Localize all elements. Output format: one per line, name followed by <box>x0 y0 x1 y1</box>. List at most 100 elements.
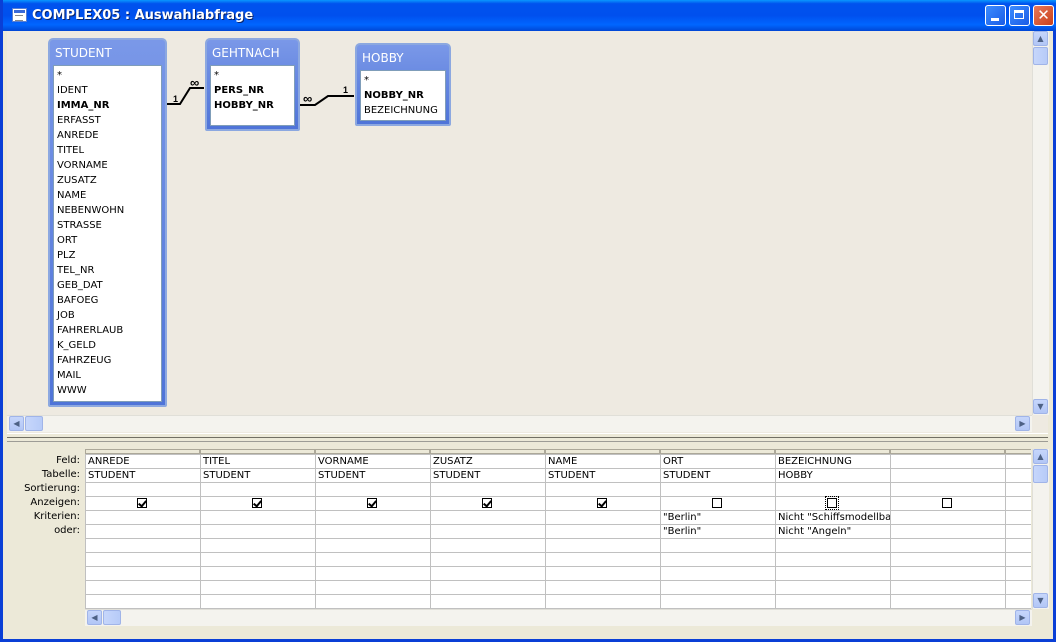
scroll-left-icon[interactable]: ◀ <box>9 416 24 431</box>
scroll-right-icon[interactable]: ▶ <box>1015 416 1030 431</box>
scroll-left-icon[interactable]: ◀ <box>87 610 102 625</box>
or-criteria-cell[interactable]: "Berlin" <box>661 525 775 539</box>
show-checkbox[interactable] <box>137 498 147 508</box>
table-cell[interactable]: STUDENT <box>86 469 200 483</box>
field-item[interactable]: FAHRERLAUB <box>54 323 161 338</box>
show-checkbox[interactable] <box>482 498 492 508</box>
query-icon[interactable] <box>12 8 27 22</box>
grid-horizontal-scrollbar[interactable]: ◀ ▶ <box>85 609 1032 626</box>
scroll-down-icon[interactable]: ▼ <box>1033 399 1048 414</box>
scroll-thumb[interactable] <box>1033 47 1048 65</box>
table-cell[interactable]: STUDENT <box>201 469 315 483</box>
table-cell[interactable]: STUDENT <box>431 469 545 483</box>
field-item[interactable]: BEZEICHNUNG <box>361 103 445 118</box>
field-item[interactable]: HOBBY_NR <box>211 98 294 113</box>
student-field-list[interactable]: * IDENT IMMA_NR ERFASST ANREDE TITEL VORNAME ZU… <box>53 65 162 402</box>
sort-cell[interactable] <box>546 483 660 497</box>
table-cell[interactable]: STUDENT <box>316 469 430 483</box>
field-cell[interactable]: TITEL <box>201 455 315 469</box>
criteria-cell[interactable] <box>316 511 430 525</box>
field-item[interactable]: ANREDE <box>54 128 161 143</box>
field-item[interactable]: IDENT <box>54 83 161 98</box>
maximize-button[interactable] <box>1009 5 1030 26</box>
scroll-up-icon[interactable]: ▲ <box>1033 31 1048 46</box>
or-criteria-cell[interactable] <box>86 525 200 539</box>
grid-vertical-scrollbar[interactable]: ▲ ▼ <box>1032 449 1049 609</box>
or-criteria-cell[interactable] <box>546 525 660 539</box>
criteria-cell[interactable] <box>86 511 200 525</box>
criteria-cell[interactable]: "Berlin" <box>661 511 775 525</box>
design-grid[interactable]: ANREDE STUDENT TITEL STUDENT VORNAME STUDENT Z… <box>85 449 1031 609</box>
field-cell[interactable]: NAME <box>546 455 660 469</box>
field-item[interactable]: NOBBY_NR <box>361 88 445 103</box>
show-checkbox[interactable] <box>367 498 377 508</box>
field-cell[interactable]: ANREDE <box>86 455 200 469</box>
table-cell[interactable]: STUDENT <box>661 469 775 483</box>
field-item[interactable]: ORT <box>54 233 161 248</box>
field-item[interactable]: MAIL <box>54 368 161 383</box>
field-item[interactable]: FAHRZEUG <box>54 353 161 368</box>
sort-cell[interactable] <box>431 483 545 497</box>
criteria-cell[interactable]: Nicht "Schiffsmodellbau <box>776 511 890 525</box>
criteria-cell[interactable] <box>431 511 545 525</box>
table-cell[interactable]: STUDENT <box>546 469 660 483</box>
scroll-down-icon[interactable]: ▼ <box>1033 593 1048 608</box>
minimize-button[interactable] <box>985 5 1006 26</box>
diagram-horizontal-scrollbar[interactable]: ◀ ▶ <box>7 415 1032 432</box>
field-item[interactable]: IMMA_NR <box>54 98 161 113</box>
title-bar[interactable]: COMPLEX05 : Auswahlabfrage ✕ <box>3 0 1056 31</box>
sort-cell[interactable] <box>316 483 430 497</box>
all-fields-item[interactable]: * <box>361 73 445 88</box>
show-checkbox[interactable] <box>712 498 722 508</box>
field-item[interactable]: PERS_NR <box>211 83 294 98</box>
field-item[interactable]: JOB <box>54 308 161 323</box>
field-item[interactable]: K_GELD <box>54 338 161 353</box>
pane-splitter[interactable] <box>7 433 1048 442</box>
all-fields-item[interactable]: * <box>54 68 161 83</box>
scroll-up-icon[interactable]: ▲ <box>1033 449 1048 464</box>
show-checkbox[interactable] <box>942 498 952 508</box>
field-item[interactable]: ERFASST <box>54 113 161 128</box>
sort-cell[interactable] <box>661 483 775 497</box>
field-item[interactable]: WWW <box>54 383 161 398</box>
design-grid-pane[interactable]: Feld: Tabelle: Sortierung: Anzeigen: Kri… <box>7 442 1049 635</box>
gehtnach-table[interactable]: GEHTNACH * PERS_NR HOBBY_NR <box>205 38 300 131</box>
field-item[interactable]: STRASSE <box>54 218 161 233</box>
show-checkbox[interactable] <box>825 496 839 510</box>
field-cell[interactable]: ORT <box>661 455 775 469</box>
diagram-vertical-scrollbar[interactable]: ▲ ▼ <box>1032 31 1049 415</box>
field-item[interactable]: PLZ <box>54 248 161 263</box>
criteria-cell[interactable] <box>891 511 1005 525</box>
show-checkbox[interactable] <box>597 498 607 508</box>
gehtnach-field-list[interactable]: * PERS_NR HOBBY_NR <box>210 65 295 126</box>
scroll-thumb[interactable] <box>103 610 121 625</box>
hobby-field-list[interactable]: * NOBBY_NR BEZEICHNUNG <box>360 70 446 121</box>
hobby-table[interactable]: HOBBY * NOBBY_NR BEZEICHNUNG <box>355 43 451 126</box>
field-item[interactable]: NAME <box>54 188 161 203</box>
all-fields-item[interactable]: * <box>211 68 294 83</box>
table-cell[interactable]: HOBBY <box>776 469 890 483</box>
or-criteria-cell[interactable] <box>316 525 430 539</box>
sort-cell[interactable] <box>776 483 890 497</box>
table-diagram-pane[interactable]: STUDENT * IDENT IMMA_NR ERFASST ANREDE TITEL V… <box>7 31 1049 433</box>
sort-cell[interactable] <box>201 483 315 497</box>
field-item[interactable]: NEBENWOHN <box>54 203 161 218</box>
or-criteria-cell[interactable] <box>431 525 545 539</box>
criteria-cell[interactable] <box>546 511 660 525</box>
field-item[interactable]: VORNAME <box>54 158 161 173</box>
scroll-thumb[interactable] <box>25 416 43 431</box>
or-criteria-cell[interactable]: Nicht "Angeln" <box>776 525 890 539</box>
field-cell[interactable]: BEZEICHNUNG <box>776 455 890 469</box>
field-item[interactable]: ZUSATZ <box>54 173 161 188</box>
scroll-right-icon[interactable]: ▶ <box>1015 610 1030 625</box>
sort-cell[interactable] <box>86 483 200 497</box>
field-cell[interactable]: ZUSATZ <box>431 455 545 469</box>
table-cell[interactable] <box>891 469 1005 483</box>
show-checkbox[interactable] <box>252 498 262 508</box>
field-item[interactable]: TITEL <box>54 143 161 158</box>
close-button[interactable]: ✕ <box>1033 5 1054 26</box>
sort-cell[interactable] <box>891 483 1005 497</box>
scroll-thumb[interactable] <box>1033 465 1048 483</box>
field-item[interactable]: BAFOEG <box>54 293 161 308</box>
student-table[interactable]: STUDENT * IDENT IMMA_NR ERFASST ANREDE TITEL V… <box>48 38 167 407</box>
